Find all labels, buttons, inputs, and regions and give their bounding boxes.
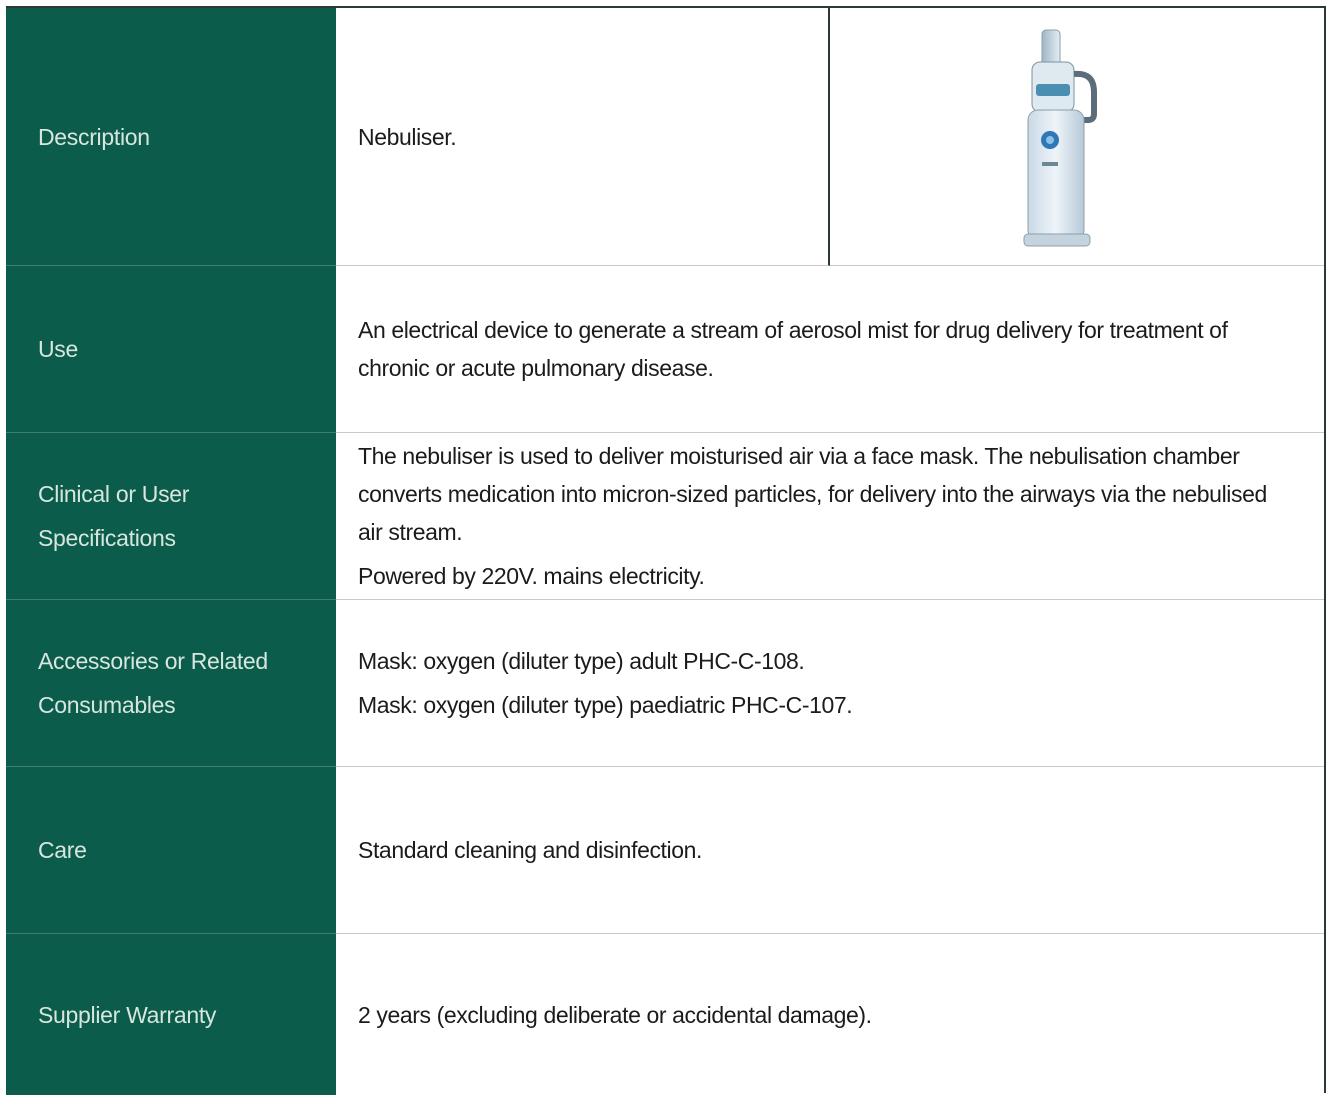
row-value-text: 2 years (excluding deliberate or acciden… bbox=[358, 1001, 872, 1028]
table-row-description: Description Nebuliser. bbox=[6, 8, 1324, 266]
row-label: Accessories or Related Consumables bbox=[6, 600, 336, 767]
table-row-use: Use An electrical device to generate a s… bbox=[6, 266, 1324, 433]
row-label: Clinical or User Specifications bbox=[6, 433, 336, 600]
row-value-text: Mask: oxygen (diluter type) paediatric P… bbox=[358, 692, 853, 718]
row-value: An electrical device to generate a strea… bbox=[336, 266, 1324, 433]
table-row-accessories: Accessories or Related Consumables Mask:… bbox=[6, 600, 1324, 767]
row-value-text: Mask: oxygen (diluter type) adult PHC-C-… bbox=[358, 648, 805, 674]
nebuliser-device-photo bbox=[1023, 29, 1097, 246]
row-value: 2 years (excluding deliberate or acciden… bbox=[336, 934, 1324, 1095]
table-row-care: Care Standard cleaning and disinfection. bbox=[6, 767, 1324, 934]
row-value-text: Nebuliser. bbox=[358, 123, 457, 150]
row-value-text: An electrical device to generate a strea… bbox=[358, 317, 1228, 381]
row-label: Care bbox=[6, 767, 336, 934]
row-label: Description bbox=[6, 8, 336, 266]
row-label: Supplier Warranty bbox=[6, 934, 336, 1095]
row-value-text: The nebuliser is used to deliver moistur… bbox=[358, 443, 1267, 545]
row-value-text: Standard cleaning and disinfection. bbox=[358, 837, 703, 863]
row-value: The nebuliser is used to deliver moistur… bbox=[336, 433, 1324, 600]
row-value: Nebuliser. bbox=[336, 8, 830, 266]
table-row-clinical-specifications: Clinical or User Specifications The nebu… bbox=[6, 433, 1324, 600]
spec-table: Description Nebuliser. Use An electrical… bbox=[6, 6, 1326, 1095]
row-value-text: Powered by 220V. mains electricity. bbox=[358, 563, 705, 589]
table-row-supplier-warranty: Supplier Warranty 2 years (excluding del… bbox=[6, 934, 1324, 1095]
row-label: Use bbox=[6, 266, 336, 433]
row-value: Standard cleaning and disinfection. bbox=[336, 767, 1324, 934]
row-value: Mask: oxygen (diluter type) adult PHC-C-… bbox=[336, 600, 1324, 767]
device-image-cell bbox=[830, 8, 1324, 266]
